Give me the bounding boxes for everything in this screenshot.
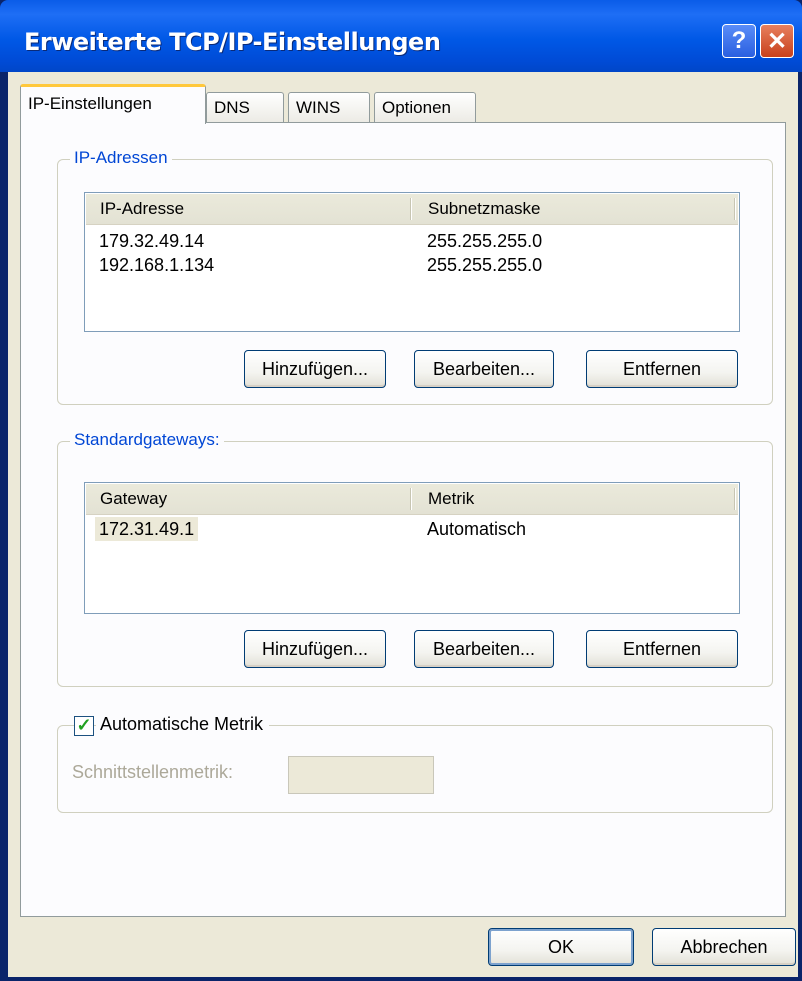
cancel-button[interactable]: Abbrechen <box>652 928 796 966</box>
gateways-group: Standardgateways: Gateway Metrik 172.31.… <box>57 430 773 687</box>
auto-metric-checkbox[interactable]: ✓ <box>74 716 94 736</box>
ip-address-cell: 179.32.49.14 <box>99 231 205 251</box>
table-row[interactable]: 172.31.49.1 Automatisch <box>85 517 739 541</box>
gateway-remove-button[interactable]: Entfernen <box>586 630 738 668</box>
tab-ip-einstellungen[interactable]: IP-Einstellungen <box>20 84 206 124</box>
auto-metric-label[interactable]: Automatische Metrik <box>96 714 270 735</box>
column-separator[interactable] <box>410 198 412 220</box>
interface-metric-label: Schnittstellenmetrik: <box>72 762 234 782</box>
subnet-mask-cell: 255.255.255.0 <box>427 255 543 275</box>
gateway-add-button[interactable]: Hinzufügen... <box>244 630 386 668</box>
close-icon: ✕ <box>766 27 788 55</box>
metric-group: ✓ Automatische Metrik Schnittstellenmetr… <box>57 714 773 813</box>
column-header-metric[interactable]: Metrik <box>428 484 474 514</box>
tab-label: IP-Einstellungen <box>28 94 152 113</box>
column-header-ip-address[interactable]: IP-Adresse <box>100 194 184 224</box>
ip-edit-button[interactable]: Bearbeiten... <box>414 350 554 388</box>
tab-optionen[interactable]: Optionen <box>374 92 476 122</box>
window-title: Erweiterte TCP/IP-Einstellungen <box>24 28 441 56</box>
column-separator[interactable] <box>734 198 736 220</box>
gateways-list-header: Gateway Metrik <box>86 484 738 515</box>
ip-add-button[interactable]: Hinzufügen... <box>244 350 386 388</box>
column-separator[interactable] <box>734 488 736 510</box>
gateway-edit-button[interactable]: Bearbeiten... <box>414 630 554 668</box>
checkmark-icon: ✓ <box>76 715 92 735</box>
help-button[interactable]: ? <box>722 24 756 58</box>
ip-address-cell: 192.168.1.134 <box>99 255 215 275</box>
help-icon: ? <box>731 27 747 54</box>
tab-dns[interactable]: DNS <box>206 92 284 122</box>
ip-addresses-list[interactable]: IP-Adresse Subnetzmaske 179.32.49.14 255… <box>84 192 740 332</box>
tab-wins[interactable]: WINS <box>288 92 370 122</box>
gateway-cell: 172.31.49.1 <box>95 517 199 541</box>
column-header-subnet-mask[interactable]: Subnetzmaske <box>428 194 540 224</box>
gateways-legend: Standardgateways: <box>70 430 224 450</box>
table-row[interactable]: 179.32.49.14 255.255.255.0 <box>85 229 739 253</box>
tab-label: WINS <box>296 98 341 117</box>
column-header-gateway[interactable]: Gateway <box>100 484 167 514</box>
title-bar[interactable]: Erweiterte TCP/IP-Einstellungen ? ✕ <box>0 0 802 72</box>
metric-cell: Automatisch <box>427 519 527 539</box>
ip-addresses-group: IP-Adressen IP-Adresse Subnetzmaske 179.… <box>57 148 773 405</box>
ip-remove-button[interactable]: Entfernen <box>586 350 738 388</box>
interface-metric-input[interactable] <box>288 756 434 794</box>
subnet-mask-cell: 255.255.255.0 <box>427 231 543 251</box>
tab-label: DNS <box>214 98 250 117</box>
table-row[interactable]: 192.168.1.134 255.255.255.0 <box>85 253 739 277</box>
close-button[interactable]: ✕ <box>760 24 794 58</box>
tab-panel: IP-Adressen IP-Adresse Subnetzmaske 179.… <box>20 122 786 917</box>
dialog-window: Erweiterte TCP/IP-Einstellungen ? ✕ IP-E… <box>0 0 802 981</box>
ip-addresses-legend: IP-Adressen <box>70 148 172 168</box>
gateways-list[interactable]: Gateway Metrik 172.31.49.1 Automatisch <box>84 482 740 614</box>
ip-addresses-list-header: IP-Adresse Subnetzmaske <box>86 194 738 225</box>
tab-label: Optionen <box>382 98 451 117</box>
column-separator[interactable] <box>410 488 412 510</box>
ok-button[interactable]: OK <box>488 928 634 966</box>
dialog-client: IP-Einstellungen DNS WINS Optionen IP-Ad… <box>8 72 798 977</box>
